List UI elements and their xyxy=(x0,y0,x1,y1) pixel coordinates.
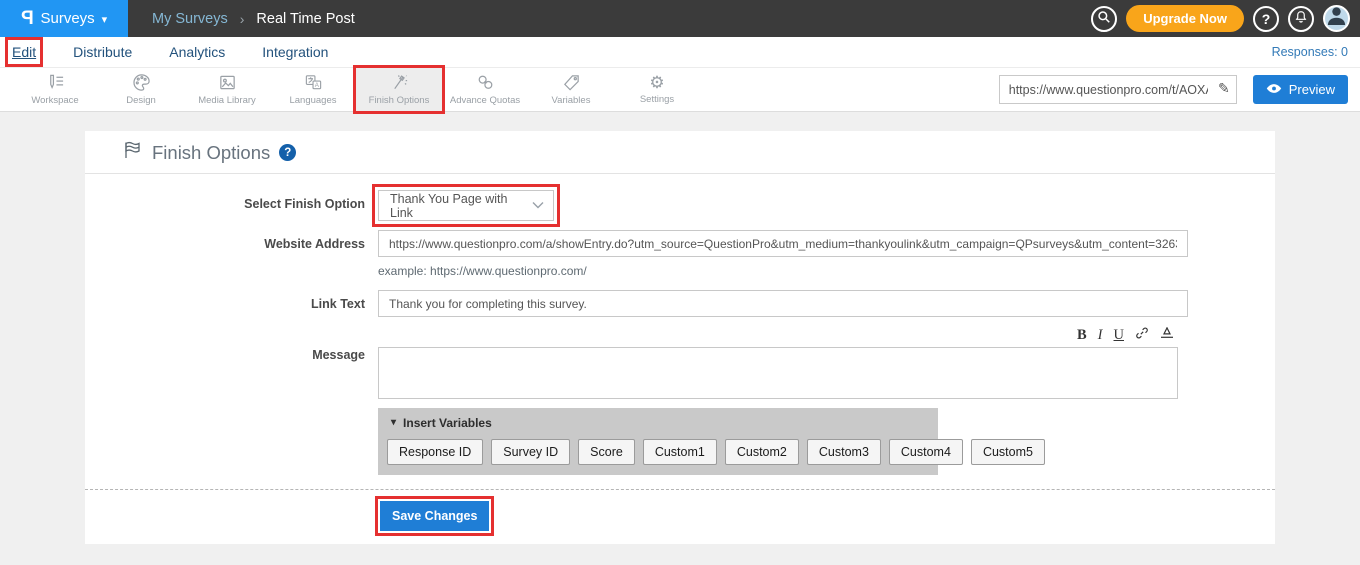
toolbar-item-settings[interactable]: ⚙ Settings xyxy=(614,68,700,111)
image-icon xyxy=(218,73,237,92)
website-address-input[interactable] xyxy=(378,230,1188,257)
finish-options-panel: Finish Options ? Select Finish Option Th… xyxy=(85,131,1275,544)
tag-icon xyxy=(562,73,581,92)
toolbar-item-variables[interactable]: Variables xyxy=(528,68,614,111)
finish-option-selected-value: Thank You Page with Link xyxy=(390,192,531,220)
insert-variables-panel: ▾ Insert Variables Response ID Survey ID… xyxy=(378,408,938,475)
toolbar-item-design[interactable]: Design xyxy=(98,68,184,111)
preview-label: Preview xyxy=(1289,82,1335,97)
insert-variables-label: Insert Variables xyxy=(403,416,492,430)
message-label: Message xyxy=(85,326,378,475)
magic-wand-icon xyxy=(390,73,409,92)
toolbar-label: Finish Options xyxy=(369,95,430,106)
toolbar-right: ✎ Preview xyxy=(999,68,1360,111)
responses-count[interactable]: Responses: 0 xyxy=(1272,45,1348,59)
toolbar-item-languages[interactable]: A Languages xyxy=(270,68,356,111)
breadcrumb-current-survey: Real Time Post xyxy=(256,11,354,27)
breadcrumb-my-surveys[interactable]: My Surveys xyxy=(152,11,228,27)
breadcrumb: My Surveys › Real Time Post xyxy=(152,0,355,37)
toolbar-item-finish-options[interactable]: Finish Options xyxy=(356,68,442,111)
toolbar-label: Design xyxy=(126,95,156,106)
toolbar-label: Media Library xyxy=(198,95,256,106)
survey-url-input[interactable] xyxy=(999,75,1237,104)
panel-header: Finish Options ? xyxy=(85,131,1275,174)
website-example-hint: example: https://www.questionpro.com/ xyxy=(378,264,1188,278)
gear-icon: ⚙ xyxy=(649,74,664,91)
user-photo-icon xyxy=(1325,5,1348,30)
toolbar-label: Advance Quotas xyxy=(450,95,520,106)
variable-button-score[interactable]: Score xyxy=(578,439,635,465)
bell-icon xyxy=(1294,10,1308,27)
survey-url-wrap: ✎ xyxy=(999,75,1237,104)
variable-button-custom3[interactable]: Custom3 xyxy=(807,439,881,465)
translate-icon: A xyxy=(304,73,323,92)
finish-options-form: Select Finish Option Thank You Page with… xyxy=(85,174,1275,544)
finish-options-help-button[interactable]: ? xyxy=(279,144,296,161)
page-title: Finish Options xyxy=(152,142,270,164)
survey-section-tabs: Edit Distribute Analytics Integration Re… xyxy=(0,37,1360,68)
website-address-label: Website Address xyxy=(85,230,378,290)
eye-icon xyxy=(1266,82,1282,97)
questionpro-logo: P xyxy=(21,8,34,30)
surveys-product-menu[interactable]: P Surveys ▾ xyxy=(0,0,128,37)
search-button[interactable] xyxy=(1091,6,1117,32)
toolbar-label: Languages xyxy=(289,95,336,106)
upgrade-now-button[interactable]: Upgrade Now xyxy=(1126,5,1244,32)
product-name: Surveys xyxy=(40,10,94,27)
tab-distribute[interactable]: Distribute xyxy=(73,44,132,60)
toolbar-label: Settings xyxy=(640,94,674,105)
insert-variables-buttons: Response ID Survey ID Score Custom1 Cust… xyxy=(387,439,929,465)
toolbar-item-workspace[interactable]: Workspace xyxy=(12,68,98,111)
toolbar-label: Variables xyxy=(552,95,591,106)
top-navbar: P Surveys ▾ My Surveys › Real Time Post … xyxy=(0,0,1360,37)
bold-button[interactable]: B xyxy=(1077,328,1087,343)
variable-button-custom4[interactable]: Custom4 xyxy=(889,439,963,465)
variable-button-survey-id[interactable]: Survey ID xyxy=(491,439,570,465)
chevron-down-icon xyxy=(531,199,545,213)
toolbar-item-advance-quotas[interactable]: Advance Quotas xyxy=(442,68,528,111)
message-textarea[interactable] xyxy=(378,347,1178,399)
insert-variables-toggle[interactable]: ▾ Insert Variables xyxy=(387,416,929,430)
finish-option-label: Select Finish Option xyxy=(85,190,378,221)
avatar[interactable] xyxy=(1323,5,1350,32)
palette-icon xyxy=(132,73,151,92)
chain-links-icon xyxy=(476,73,495,92)
link-text-label: Link Text xyxy=(85,290,378,317)
preview-button[interactable]: Preview xyxy=(1253,75,1348,104)
toolbar-label: Workspace xyxy=(31,95,78,106)
variable-button-custom5[interactable]: Custom5 xyxy=(971,439,1045,465)
variable-button-custom2[interactable]: Custom2 xyxy=(725,439,799,465)
edit-url-pencil-icon[interactable]: ✎ xyxy=(1218,80,1230,97)
chevron-down-icon: ▾ xyxy=(102,13,108,26)
tab-integration[interactable]: Integration xyxy=(262,44,328,60)
message-editor-toolbar: B I U xyxy=(378,326,1178,344)
edit-toolbar: Workspace Design Media Library A Languag… xyxy=(0,68,1360,112)
save-changes-button[interactable]: Save Changes xyxy=(380,501,489,531)
toolbar-item-media-library[interactable]: Media Library xyxy=(184,68,270,111)
notifications-button[interactable] xyxy=(1288,6,1314,32)
question-mark-icon: ? xyxy=(1262,11,1271,27)
tab-analytics[interactable]: Analytics xyxy=(169,44,225,60)
tab-edit[interactable]: Edit xyxy=(12,44,36,60)
variable-button-custom1[interactable]: Custom1 xyxy=(643,439,717,465)
italic-button[interactable]: I xyxy=(1098,328,1103,343)
caret-down-icon: ▾ xyxy=(391,417,396,428)
search-icon xyxy=(1097,10,1111,27)
underline-button[interactable]: U xyxy=(1114,328,1124,343)
align-button[interactable] xyxy=(1160,327,1174,343)
variable-button-response-id[interactable]: Response ID xyxy=(387,439,483,465)
topbar-actions: Upgrade Now ? xyxy=(1091,0,1360,37)
workspace-icon xyxy=(46,73,65,92)
help-button[interactable]: ? xyxy=(1253,6,1279,32)
finish-flag-icon xyxy=(123,141,143,164)
link-text-input[interactable] xyxy=(378,290,1188,317)
breadcrumb-separator-icon: › xyxy=(240,11,245,27)
finish-option-select[interactable]: Thank You Page with Link xyxy=(378,190,554,221)
insert-link-button[interactable] xyxy=(1135,326,1149,344)
